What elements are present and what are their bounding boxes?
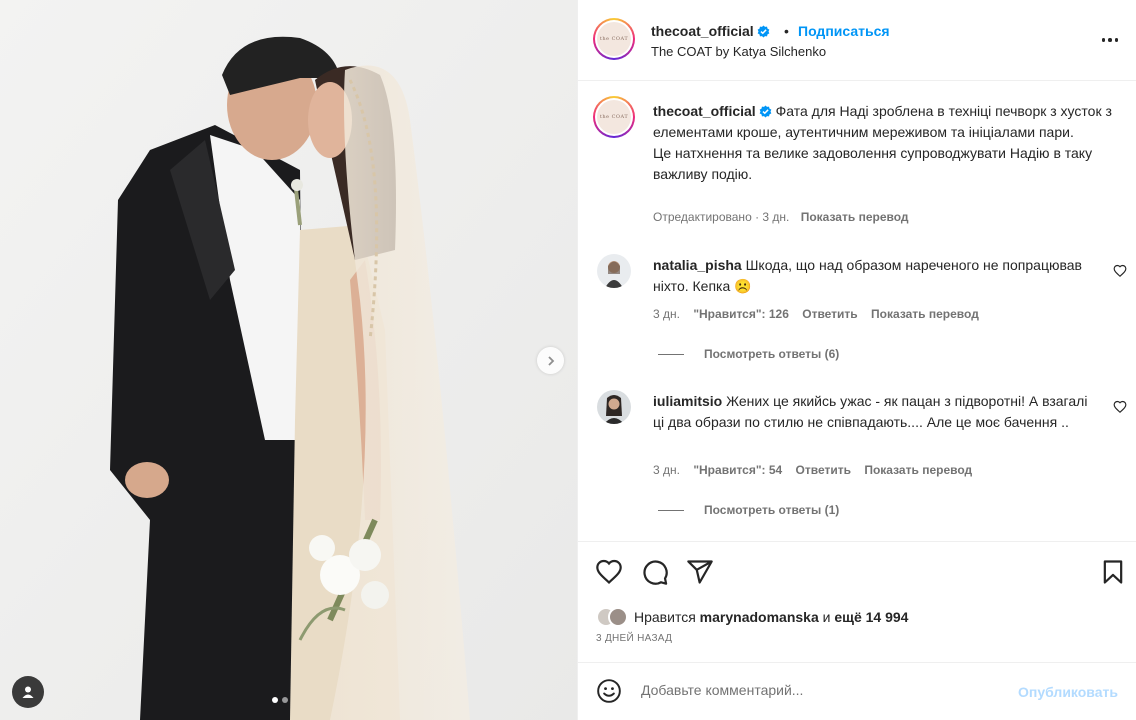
wedding-photo [0,0,577,720]
post-media[interactable] [0,0,577,720]
heart-icon[interactable] [1113,264,1127,278]
translate-button[interactable]: Показать перевод [801,210,909,224]
comment-input[interactable] [641,682,1001,698]
view-replies-label[interactable]: Посмотреть ответы (1) [704,503,839,517]
post-date[interactable]: 3 дней назад [596,633,672,644]
caption-text: Це натхнення та велике задоволення супро… [653,145,1093,182]
bookmark-icon[interactable] [1099,558,1127,586]
avatar[interactable] [597,390,631,424]
comment-likes[interactable]: "Нравится": 126 [693,307,789,321]
translate-button[interactable]: Показать перевод [871,307,979,321]
follow-button[interactable]: Подписаться [798,23,890,39]
comment-meta: 3 дн. "Нравится": 54 Ответить Показать п… [653,463,982,477]
comment-body: natalia_pisha Шкода, що над образом наре… [653,255,1098,297]
actions-divider [578,541,1136,542]
tagged-users-button[interactable] [12,676,44,708]
user-icon [22,686,34,698]
caption-edited-time: Отредактировано · 3 дн. [653,210,790,224]
carousel-dots [272,697,288,703]
reply-button[interactable]: Ответить [796,463,851,477]
comment-icon[interactable] [641,558,669,586]
share-icon[interactable] [686,558,714,586]
comment-username[interactable]: natalia_pisha [653,257,742,273]
emoji-icon[interactable] [596,678,622,704]
next-slide-button[interactable] [537,347,564,374]
verified-icon [759,105,772,118]
caption-username[interactable]: thecoat_official [653,103,756,119]
avatar-image [597,254,631,288]
divider [658,509,684,511]
caption-meta: Отредактировано · 3 дн. Показать перевод [653,210,909,224]
reply-button[interactable]: Ответить [802,307,857,321]
separator-dot: • [784,23,789,39]
avatar [608,607,628,627]
comment-likes[interactable]: "Нравится": 54 [693,463,782,477]
heart-icon[interactable] [1113,400,1127,414]
chevron-right-icon [547,355,554,366]
likes-and: и [822,609,831,625]
more-icon [1101,38,1106,42]
verified-icon [757,25,770,38]
heart-icon[interactable] [595,558,623,586]
comment-meta: 3 дн. "Нравится": 126 Ответить Показать … [653,307,989,321]
divider [658,353,684,355]
header-subtitle[interactable]: The COAT by Katya Silchenko [651,44,826,59]
caption-avatar[interactable]: the COAT [593,96,635,138]
comment-time: 3 дн. [653,463,680,477]
comment-body: iuliamitsio Жених це якийсь ужас - як па… [653,391,1098,433]
avatar-logo: the COAT [597,100,631,134]
translate-button[interactable]: Показать перевод [864,463,972,477]
view-replies-button[interactable]: Посмотреть ответы (6) [658,347,839,361]
view-replies-button[interactable]: Посмотреть ответы (1) [658,503,839,517]
carousel-dot [272,697,278,703]
avatar-logo: the COAT [597,22,631,56]
avatar[interactable]: the COAT [593,18,635,60]
comment-time: 3 дн. [653,307,680,321]
view-replies-label[interactable]: Посмотреть ответы (6) [704,347,839,361]
post-sidebar: the COAT thecoat_official • Подписаться … [577,0,1136,720]
username-text[interactable]: thecoat_official [651,23,754,39]
post-caption: thecoat_official Фата для Наді зроблена … [653,101,1113,185]
post-comment-button[interactable]: Опубликовать [1018,684,1118,700]
comment-bar: Опубликовать [578,662,1136,720]
more-icon [1114,38,1119,42]
likes-summary: Нравится marynadomanska и ещё 14 994 [596,606,908,628]
likes-username[interactable]: marynadomanska [700,609,819,625]
more-options-button[interactable] [1098,30,1122,50]
avatar-image [597,390,631,424]
comment-username[interactable]: iuliamitsio [653,393,722,409]
more-icon [1108,38,1112,42]
header-username[interactable]: thecoat_official [651,23,770,39]
post-header: the COAT thecoat_official • Подписаться … [578,0,1136,81]
likes-prefix: Нравится [634,609,696,625]
avatar[interactable] [597,254,631,288]
carousel-dot [282,697,288,703]
likes-count[interactable]: ещё 14 994 [834,609,908,625]
